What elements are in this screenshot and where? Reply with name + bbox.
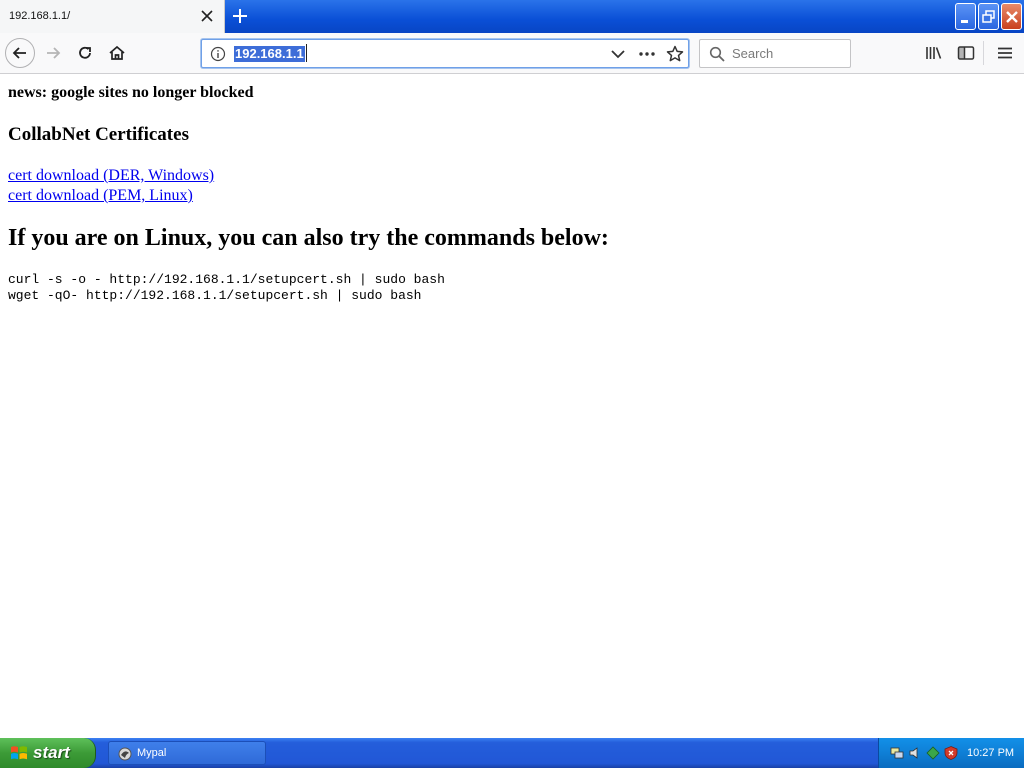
chevron-down-icon[interactable] [610, 46, 626, 62]
url-text[interactable]: 192.168.1.1 [234, 46, 305, 62]
search-bar[interactable]: Search [699, 39, 851, 68]
system-tray: 10:27 PM [878, 738, 1024, 768]
clock: 10:27 PM [967, 747, 1015, 759]
reload-button[interactable] [70, 38, 100, 68]
wget-command: wget -qO- http://192.168.1.1/setupcert.s… [8, 288, 422, 303]
forward-arrow-icon [47, 47, 61, 59]
mypal-app-icon [118, 747, 132, 761]
certificates-heading: CollabNet Certificates [8, 124, 189, 145]
search-placeholder[interactable]: Search [732, 46, 773, 62]
start-label: start [33, 743, 70, 762]
network-icon[interactable] [889, 745, 905, 761]
url-bar[interactable]: 192.168.1.1 [201, 39, 689, 68]
back-arrow-icon [12, 47, 26, 59]
cert-download-der-link[interactable]: cert download (DER, Windows) [8, 167, 214, 185]
start-button[interactable]: start [0, 738, 96, 768]
back-button[interactable] [5, 38, 35, 68]
news-line: news: google sites no longer blocked [8, 84, 254, 101]
taskbar: start Mypal 10:27 PM [0, 738, 1024, 768]
curl-command: curl -s -o - http://192.168.1.1/setupcer… [8, 272, 445, 287]
home-button[interactable] [102, 38, 132, 68]
close-window-button[interactable] [1001, 3, 1022, 30]
star-icon[interactable] [666, 45, 684, 63]
minimize-button[interactable] [955, 3, 976, 30]
cert-download-pem-link[interactable]: cert download (PEM, Linux) [8, 187, 193, 205]
task-label: Mypal [137, 747, 167, 759]
toolbar-separator [983, 41, 984, 65]
tab-title: 192.168.1.1/ [9, 10, 71, 22]
hamburger-menu-icon[interactable] [996, 44, 1014, 62]
search-icon [709, 46, 725, 62]
close-icon [1006, 11, 1018, 23]
restore-button[interactable] [978, 3, 999, 30]
minimize-icon [961, 20, 968, 23]
sidebar-icon[interactable] [957, 44, 975, 62]
reload-icon [79, 46, 91, 59]
linux-commands-heading: If you are on Linux, you can also try th… [8, 225, 609, 251]
browser-tab[interactable]: 192.168.1.1/ [0, 0, 225, 33]
taskbar-item-mypal[interactable]: Mypal [108, 741, 266, 765]
restore-icon [982, 10, 995, 23]
text-cursor [306, 44, 307, 62]
library-icon[interactable] [925, 44, 943, 62]
speaker-icon[interactable] [907, 745, 923, 761]
navigation-toolbar: 192.168.1.1 Search [0, 33, 1024, 74]
windows-logo-icon [11, 746, 27, 760]
new-tab-icon[interactable] [230, 6, 250, 26]
forward-button[interactable] [38, 38, 68, 68]
update-icon[interactable] [925, 745, 941, 761]
security-shield-icon[interactable] [943, 745, 959, 761]
page-content: news: google sites no longer blocked Col… [0, 75, 1024, 738]
tab-close-icon[interactable] [198, 7, 216, 25]
info-icon[interactable] [210, 46, 226, 62]
home-icon [109, 45, 125, 60]
title-bar: 192.168.1.1/ [0, 0, 1024, 33]
more-dots-icon[interactable] [638, 46, 656, 62]
